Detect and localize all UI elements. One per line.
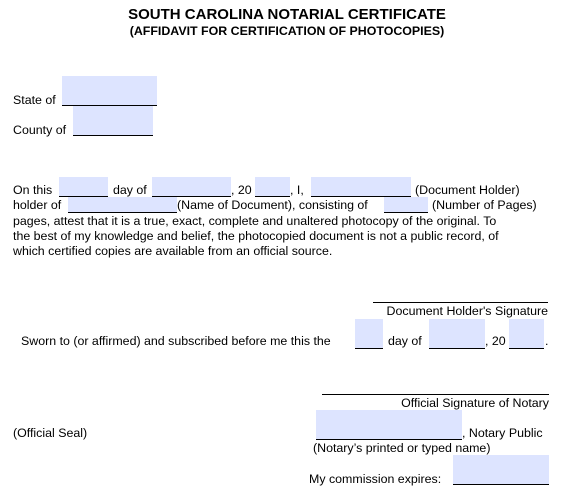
jurat-year-underline (509, 348, 544, 349)
notary-name-underline (316, 439, 462, 440)
county-underline (73, 135, 153, 136)
name-of-document-text: (Name of Document), consisting of (177, 198, 368, 212)
notary-name-field[interactable] (316, 410, 462, 439)
affidavit-day-field[interactable] (59, 177, 108, 196)
number-of-pages-underline (384, 212, 428, 213)
state-field[interactable] (62, 76, 157, 105)
jurat-text: Sworn to (or affirmed) and subscribed be… (21, 334, 331, 348)
holder-of-text: holder of (13, 198, 62, 212)
jurat-day-underline (355, 348, 383, 349)
comma-i-text: , I, (290, 183, 304, 197)
jurat-month-underline (429, 348, 485, 349)
document-name-underline (68, 212, 177, 213)
jurat-day-of-text: day of (388, 334, 422, 348)
holder-signature-label: Document Holder's Signature (386, 304, 548, 318)
affidavit-year-field[interactable] (255, 177, 290, 196)
document-holder-field[interactable] (311, 177, 411, 196)
number-of-pages-label: (Number of Pages) (432, 198, 537, 212)
notary-signature-line[interactable] (322, 394, 549, 395)
notary-signature-label: Official Signature of Notary (401, 396, 549, 410)
affidavit-line-5: which certified copies are available fro… (13, 244, 333, 258)
document-name-field[interactable] (68, 197, 177, 212)
county-field[interactable] (73, 106, 153, 135)
notary-printed-name-label: (Notary’s printed or typed name) (313, 441, 491, 455)
affidavit-year-underline (255, 196, 290, 197)
state-label: State of (13, 93, 56, 107)
on-this-text: On this (13, 183, 53, 197)
jurat-day-field[interactable] (355, 319, 383, 348)
holder-signature-line[interactable] (373, 302, 548, 303)
commission-expires-label: My commission expires: (309, 472, 442, 486)
document-holder-label: (Document Holder) (415, 183, 520, 197)
affidavit-month-field[interactable] (152, 177, 231, 196)
page-subtitle: (AFFIDAVIT FOR CERTIFICATION OF PHOTOCOP… (129, 24, 445, 38)
affidavit-line-4: the best of my knowledge and belief, the… (13, 229, 499, 243)
number-of-pages-field[interactable] (384, 197, 428, 212)
page-title: SOUTH CAROLINA NOTARIAL CERTIFICATE (128, 6, 446, 23)
commission-expires-underline (453, 484, 549, 485)
county-label: County of (13, 123, 67, 137)
jurat-year-field[interactable] (509, 319, 544, 348)
day-of-text: day of (113, 183, 147, 197)
jurat-month-field[interactable] (429, 319, 485, 348)
notary-public-text: , Notary Public (462, 426, 543, 440)
commission-expires-field[interactable] (453, 455, 549, 484)
comma-20-text: , 20 (231, 183, 252, 197)
affidavit-line-3: pages, attest that it is a true, exact, … (13, 214, 497, 228)
jurat-period: . (545, 334, 549, 348)
official-seal-label: (Official Seal) (13, 426, 88, 440)
jurat-comma-20-text: , 20 (485, 334, 506, 348)
